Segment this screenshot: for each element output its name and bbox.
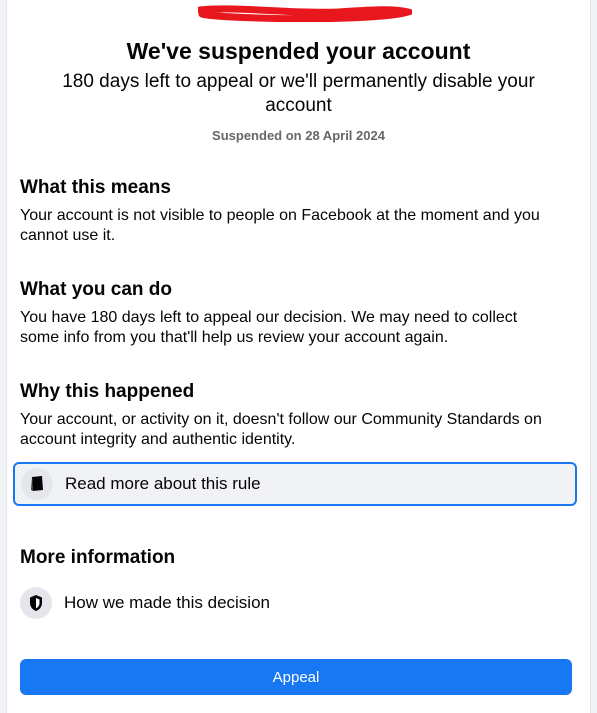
suspension-date: Suspended on 28 April 2024 [212,128,385,143]
book-icon [21,468,53,500]
appeal-deadline-subtitle: 180 days left to appeal or we'll permane… [62,71,535,116]
shield-icon [20,587,52,619]
how-decision-made-link[interactable]: How we made this decision [20,587,560,619]
read-more-rule-label: Read more about this rule [65,474,261,493]
section-body: Your account, or activity on it, doesn't… [20,411,542,448]
how-decision-made-label: How we made this decision [64,593,270,612]
appeal-button[interactable]: Appeal [20,659,572,695]
section-why-this-happened: Why this happened Your account, or activ… [20,380,560,450]
section-body: You have 180 days left to appeal our dec… [20,309,518,346]
section-heading: Why this happened [20,381,195,402]
section-heading: What this means [20,177,171,198]
section-what-you-can-do: What you can do You have 180 days left t… [20,278,560,348]
section-what-this-means: What this means Your account is not visi… [20,176,560,246]
section-more-information: More information [20,546,560,576]
read-more-rule-link[interactable]: Read more about this rule [13,462,577,506]
section-body: Your account is not visible to people on… [20,207,540,244]
page-title: We've suspended your account [126,38,471,64]
redaction-scribble [198,5,412,22]
section-heading: What you can do [20,279,172,300]
page-header: We've suspended your account 180 days le… [0,36,597,143]
section-heading: More information [20,547,176,568]
